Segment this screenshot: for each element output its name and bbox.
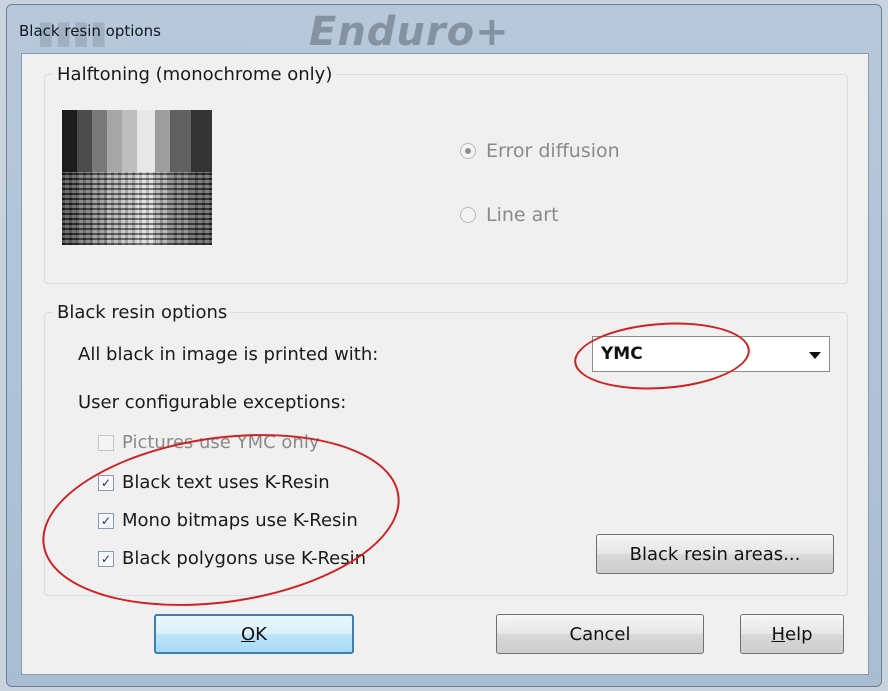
radio-label: Line art <box>486 204 559 226</box>
checkmark-icon: ✓ <box>98 550 114 567</box>
printed-with-label: All black in image is printed with: <box>78 344 379 365</box>
checkbox-label: Black polygons use K-Resin <box>122 548 367 569</box>
help-label-rest: elp <box>785 623 813 645</box>
checkbox-label: Pictures use YMC only <box>122 432 320 453</box>
black-resin-areas-button[interactable]: Black resin areas... <box>596 534 834 574</box>
radio-error-diffusion[interactable]: Error diffusion <box>460 140 620 162</box>
ok-button[interactable]: OK <box>154 614 354 654</box>
radio-label: Error diffusion <box>486 140 620 162</box>
cancel-button[interactable]: Cancel <box>496 614 704 654</box>
dialog-window: ▮▮▮▮ Enduro+ Black resin options Halfton… <box>6 4 882 687</box>
exceptions-label: User configurable exceptions: <box>78 392 347 413</box>
radio-line-art[interactable]: Line art <box>460 204 559 226</box>
ok-mnemonic: O <box>241 623 256 645</box>
radio-button-icon <box>460 143 476 159</box>
radio-button-icon <box>460 207 476 223</box>
title-bar[interactable]: ▮▮▮▮ Enduro+ Black resin options <box>7 5 881 55</box>
dialog-client-area: Halftoning (monochrome only) Error diffu… <box>21 53 869 675</box>
brand-watermark: Enduro+ <box>309 9 510 55</box>
halftone-ripple <box>62 172 212 245</box>
checkbox-black-polygons-k-resin[interactable]: ✓ Black polygons use K-Resin <box>98 548 366 569</box>
checkbox-mono-bitmaps-k-resin[interactable]: ✓ Mono bitmaps use K-Resin <box>98 510 358 531</box>
printed-with-dropdown[interactable]: YMC <box>592 336 830 372</box>
chevron-down-icon <box>809 352 821 359</box>
help-button[interactable]: Help <box>740 614 844 654</box>
window-title: Black resin options <box>19 22 161 40</box>
dropdown-selected-value: YMC <box>601 344 643 364</box>
halftone-preview-image <box>62 110 212 245</box>
checkbox-label: Mono bitmaps use K-Resin <box>122 510 358 531</box>
checkbox-label: Black text uses K-Resin <box>122 472 330 493</box>
black-resin-legend: Black resin options <box>57 302 228 323</box>
checkbox-pictures-ymc-only[interactable]: Pictures use YMC only <box>98 432 319 453</box>
checkmark-icon: ✓ <box>98 512 114 529</box>
checkbox-icon <box>98 434 114 451</box>
help-mnemonic: H <box>771 623 786 645</box>
checkbox-black-text-k-resin[interactable]: ✓ Black text uses K-Resin <box>98 472 330 493</box>
ok-label-rest: K <box>255 623 267 645</box>
checkmark-icon: ✓ <box>98 474 114 491</box>
halftoning-legend: Halftoning (monochrome only) <box>57 64 333 85</box>
